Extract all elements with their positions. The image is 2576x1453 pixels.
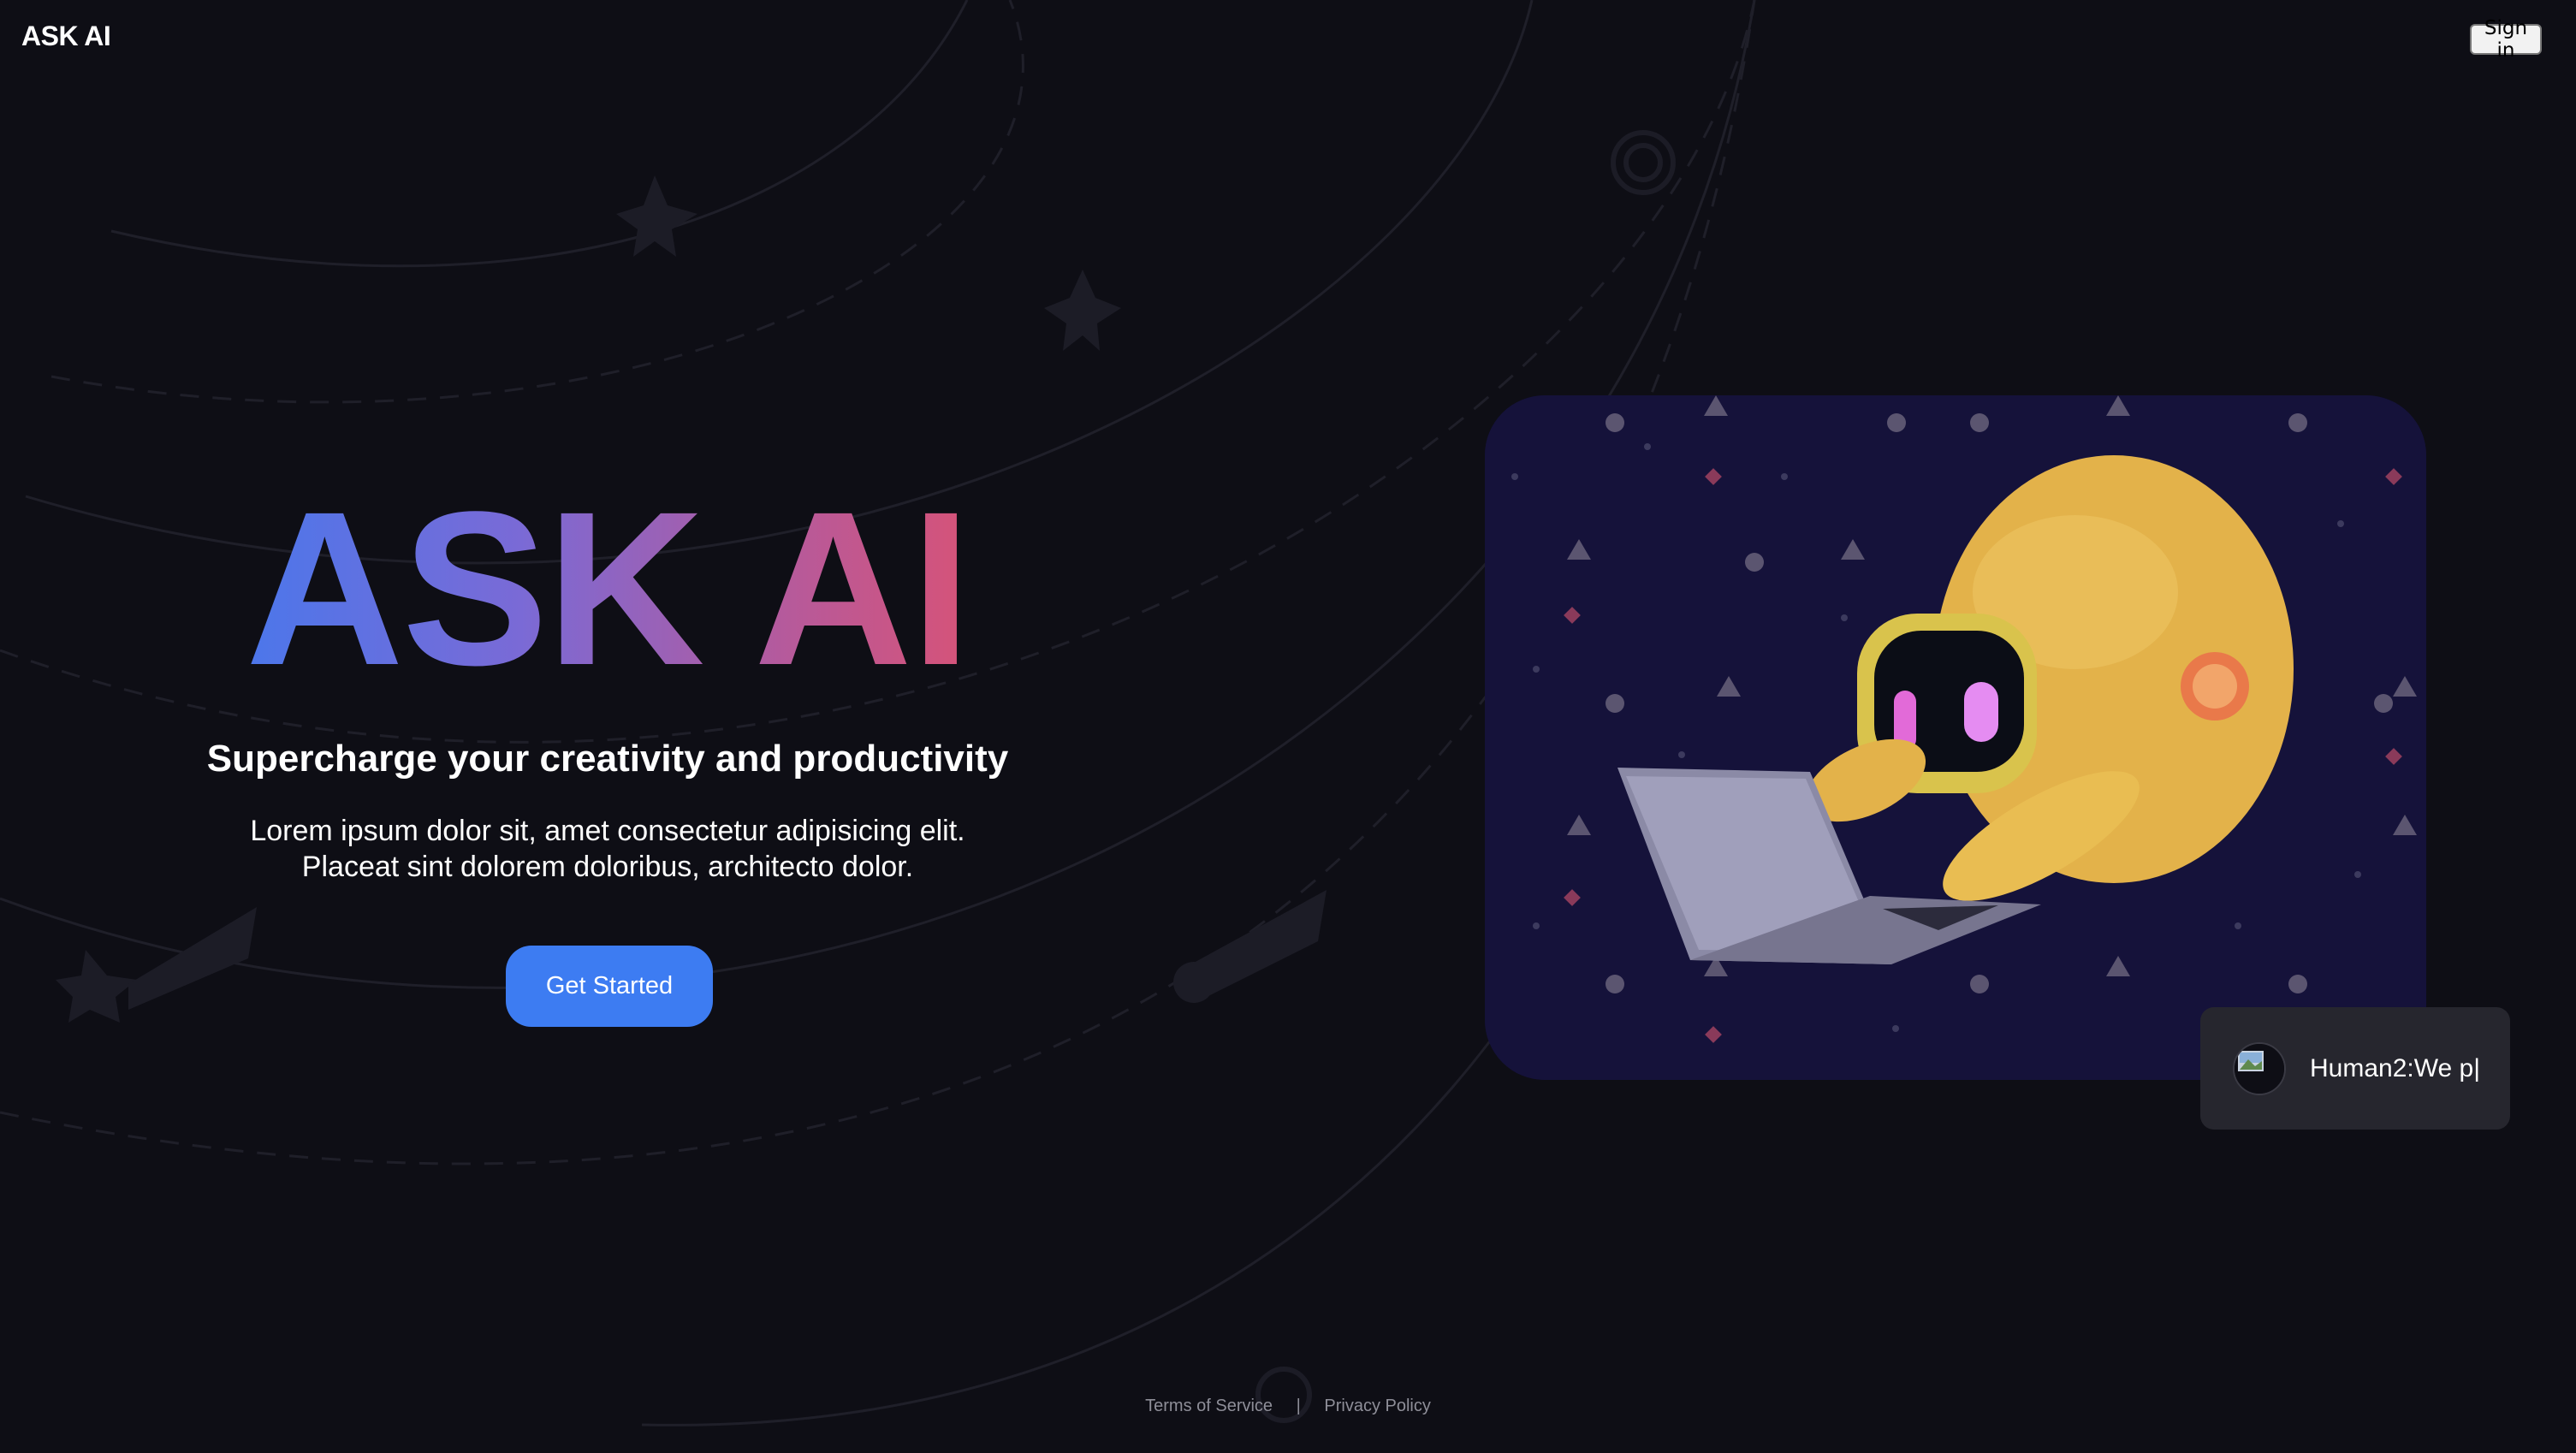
sign-in-button[interactable]: Sign in [2470, 17, 2542, 62]
chat-avatar [2233, 1041, 2286, 1095]
robot-with-laptop-illustration [1485, 395, 2426, 1080]
brand-logo[interactable]: ASK AI [21, 21, 111, 52]
footer-separator: | [1296, 1397, 1301, 1415]
hero-description-line: Placeat sint dolorem doloribus, architec… [301, 851, 914, 883]
hero-description: Lorem ipsum dolor sit, amet consectetur … [137, 813, 1078, 885]
chat-widget[interactable]: Human2:We p| [2200, 1007, 2510, 1130]
privacy-policy-link[interactable]: Privacy Policy [1324, 1397, 1430, 1415]
hero-tagline: Supercharge your creativity and producti… [206, 738, 1009, 780]
hero-description-line: Lorem ipsum dolor sit, amet consectetur … [250, 815, 965, 847]
avatar-placeholder-icon [2235, 1043, 2284, 1094]
chat-message-text: Human2:We p| [2310, 1053, 2480, 1082]
get-started-button[interactable]: Get Started [506, 946, 713, 1027]
terms-of-service-link[interactable]: Terms of Service [1145, 1397, 1273, 1415]
robot-illustration-art [1485, 395, 2426, 1080]
hero-title: ASK AI [171, 479, 1044, 698]
footer: Terms of Service | Privacy Policy [0, 1397, 2576, 1416]
